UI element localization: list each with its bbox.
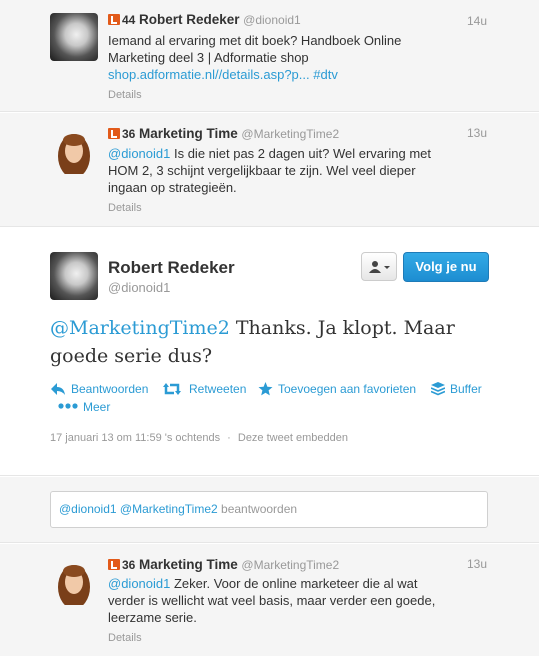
tweet-text-line: leerzame serie. xyxy=(108,610,197,625)
buffer-stack-icon xyxy=(431,382,445,396)
reply-action[interactable]: Beantwoorden xyxy=(50,381,154,397)
avatar[interactable] xyxy=(50,557,98,605)
retweet-label: Retweeten xyxy=(189,382,247,396)
retweet-icon xyxy=(163,383,181,395)
tweet-item[interactable]: 36 Marketing Time @MarketingTime2 13u @d… xyxy=(0,544,539,656)
klout-score: 36 xyxy=(122,127,136,141)
klout-icon xyxy=(108,128,120,139)
tweet-header: 44 Robert Redeker @dionoid1 xyxy=(108,12,301,27)
klout-score: 36 xyxy=(122,558,136,572)
tweet-header: 36 Marketing Time @MarketingTime2 xyxy=(108,126,339,141)
more-label: Meer xyxy=(83,400,111,414)
tweet-meta: 17 januari 13 om 11:59 's ochtends · Dez… xyxy=(50,432,348,444)
tweet-item[interactable]: 44 Robert Redeker @dionoid1 14u Iemand a… xyxy=(0,0,539,112)
buffer-label: Buffer xyxy=(450,382,482,396)
author-name[interactable]: Robert Redeker xyxy=(108,258,235,278)
tweet-text-line: Is die niet pas 2 dagen uit? Wel ervarin… xyxy=(170,146,431,161)
tweet-text-line: HOM 2, 3 schijnt vergelijkbaar te zijn. … xyxy=(108,163,416,178)
avatar-photo xyxy=(58,134,90,174)
star-icon xyxy=(258,382,273,396)
author-name[interactable]: Marketing Time xyxy=(139,126,238,141)
user-dropdown-button[interactable] xyxy=(361,252,397,281)
embed-link[interactable]: Deze tweet embedden xyxy=(238,432,348,444)
mention-link[interactable]: @dionoid1 xyxy=(108,576,170,591)
hashtag-link[interactable]: #dtv xyxy=(313,67,338,82)
avatar-photo xyxy=(58,565,90,605)
avatar[interactable] xyxy=(50,252,98,300)
tweet-text: @dionoid1 Zeker. Voor de online marketee… xyxy=(108,575,498,626)
tweet-text: @dionoid1 Is die niet pas 2 dagen uit? W… xyxy=(108,145,498,196)
favorite-label: Toevoegen aan favorieten xyxy=(278,382,417,396)
three-dots-icon xyxy=(58,403,78,409)
tweet-text-line: Marketing deel 3 | Adformatie shop xyxy=(108,50,309,65)
reply-input[interactable]: @dionoid1 @MarketingTime2 beantwoorden xyxy=(50,491,488,528)
details-link[interactable]: Details xyxy=(108,202,142,214)
reply-label: Beantwoorden xyxy=(71,382,149,396)
avatar[interactable] xyxy=(50,13,98,61)
reply-arrow-icon xyxy=(51,383,65,395)
author-handle[interactable]: @dionoid1 xyxy=(108,280,170,295)
author-name[interactable]: Marketing Time xyxy=(139,557,238,572)
details-link[interactable]: Details xyxy=(108,632,142,644)
follow-button[interactable]: Volg je nu xyxy=(403,252,489,282)
author-handle[interactable]: @MarketingTime2 xyxy=(241,558,339,572)
tweet-time[interactable]: 13u xyxy=(467,557,487,571)
tweet-time[interactable]: 13u xyxy=(467,126,487,140)
expanded-tweet: Robert Redeker @dionoid1 Volg je nu @Mar… xyxy=(0,228,539,476)
reply-placeholder: beantwoorden xyxy=(221,502,298,516)
reply-mention: @MarketingTime2 xyxy=(119,502,218,516)
tweet-text: Iemand al ervaring met dit boek? Handboe… xyxy=(108,32,498,83)
favorite-action[interactable]: Toevoegen aan favorieten xyxy=(258,381,423,397)
buffer-action[interactable]: Buffer xyxy=(431,381,489,397)
author-handle[interactable]: @dionoid1 xyxy=(243,13,301,27)
klout-icon xyxy=(108,559,120,570)
tweet-text-line: Zeker. Voor de online marketeer die al w… xyxy=(170,576,418,591)
tweet-timestamp[interactable]: 17 januari 13 om 11:59 's ochtends xyxy=(50,432,220,444)
mention-link[interactable]: @dionoid1 xyxy=(108,146,170,161)
mention-link[interactable]: @MarketingTime2 xyxy=(50,317,230,339)
tweet-text: @MarketingTime2 Thanks. Ja klopt. Maar g… xyxy=(50,314,490,370)
tweet-item[interactable]: 36 Marketing Time @MarketingTime2 13u @d… xyxy=(0,113,539,227)
tweet-text-line: verder is wellicht wat veel basis, maar … xyxy=(108,593,436,608)
tweet-header: 36 Marketing Time @MarketingTime2 xyxy=(108,557,339,572)
reply-mention: @dionoid1 xyxy=(59,502,117,516)
reply-area: @dionoid1 @MarketingTime2 beantwoorden xyxy=(0,477,539,543)
author-name[interactable]: Robert Redeker xyxy=(139,12,240,27)
tweet-time[interactable]: 14u xyxy=(467,14,487,28)
tweet-text-line: ingaan op strategieën. xyxy=(108,180,237,195)
retweet-action[interactable]: Retweeten xyxy=(163,381,249,397)
tweet-text-line: Iemand al ervaring met dit boek? Handboe… xyxy=(108,33,402,48)
user-dropdown-icon xyxy=(369,261,390,273)
klout-icon xyxy=(108,14,120,25)
tweet-text-line: Thanks. Ja klopt. Maar xyxy=(229,317,455,339)
avatar[interactable] xyxy=(50,126,98,174)
more-action[interactable]: Meer xyxy=(58,399,118,415)
klout-score: 44 xyxy=(122,13,136,27)
meta-separator: · xyxy=(227,432,231,444)
details-link[interactable]: Details xyxy=(108,89,142,101)
tweet-text-line: goede serie dus? xyxy=(50,345,213,367)
author-handle[interactable]: @MarketingTime2 xyxy=(241,127,339,141)
tweet-link[interactable]: shop.adformatie.nl//details.asp?p... xyxy=(108,67,310,82)
